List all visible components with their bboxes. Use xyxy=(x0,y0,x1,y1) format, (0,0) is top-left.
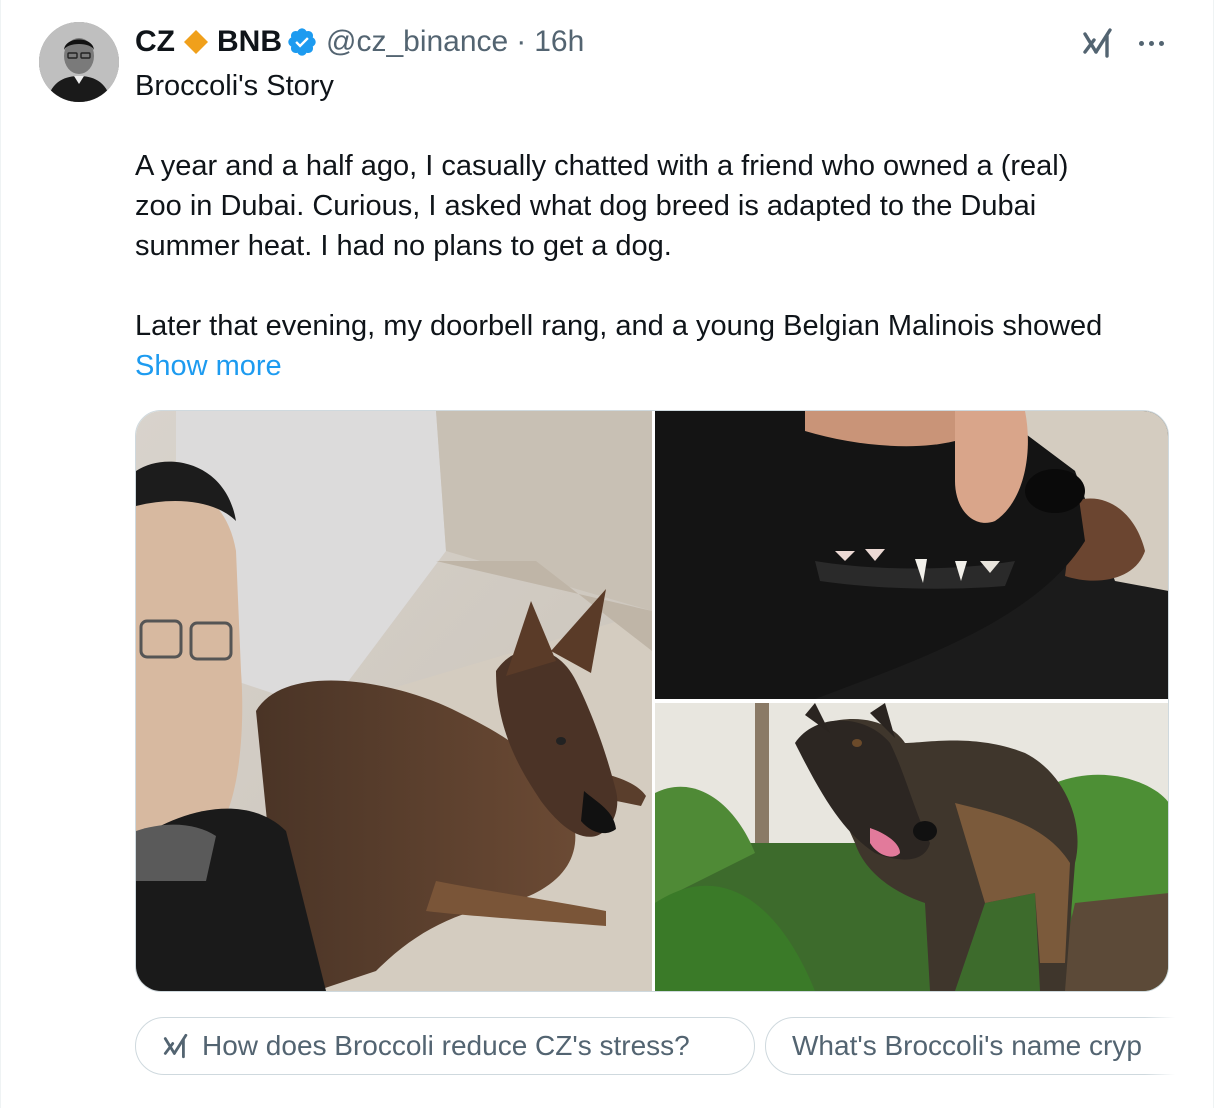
chip-fade-overlay xyxy=(1145,1017,1175,1077)
diamond-badge-icon xyxy=(183,29,209,55)
tweet-line: A year and a half ago, I casually chatte… xyxy=(135,150,1069,182)
grok-icon xyxy=(163,1033,188,1059)
photo-man-with-dog[interactable] xyxy=(136,411,652,991)
avatar[interactable] xyxy=(39,22,119,102)
media-grid xyxy=(135,410,1169,992)
user-avatar-icon xyxy=(39,22,119,102)
tweet-line: summer heat. I had no plans to get a dog… xyxy=(135,230,672,262)
photo-dog-standing-image xyxy=(655,703,1168,991)
tweet-line-blank xyxy=(135,106,1175,146)
tweet-line: Broccoli's Story xyxy=(135,70,334,102)
grok-suggestion-chip[interactable]: How does Broccoli reduce CZ's stress? xyxy=(135,1017,755,1075)
grok-suggestion-label: What's Broccoli's name cryp xyxy=(792,1030,1142,1061)
photo-dog-teeth[interactable] xyxy=(655,411,1168,699)
tweet-text: Broccoli's Story A year and a half ago, … xyxy=(135,66,1175,386)
tweet-line: Later that evening, my doorbell rang, an… xyxy=(135,310,1103,342)
photo-man-with-dog-image xyxy=(136,411,652,991)
more-options-icon[interactable] xyxy=(1133,26,1169,60)
tweet-line-blank xyxy=(135,266,1175,306)
tweet-timestamp[interactable]: 16h xyxy=(534,25,584,59)
photo-dog-standing[interactable] xyxy=(655,703,1168,991)
tweet-card: CZ BNB @cz_binance · 16h Broccoli's Stor… xyxy=(0,0,1214,1108)
photo-dog-teeth-image xyxy=(655,411,1168,699)
author-handle[interactable]: @cz_binance xyxy=(326,25,508,59)
header-separator: · xyxy=(516,25,527,58)
tweet-header: CZ BNB @cz_binance · 16h xyxy=(135,22,584,62)
grok-icon[interactable] xyxy=(1081,26,1115,60)
author-badge-text[interactable]: BNB xyxy=(217,25,282,59)
grok-suggestion-label: How does Broccoli reduce CZ's stress? xyxy=(202,1030,690,1061)
tweet-line: zoo in Dubai. Curious, I asked what dog … xyxy=(135,190,1037,222)
show-more-link[interactable]: Show more xyxy=(135,350,282,382)
action-bar-edge xyxy=(1,1100,1214,1108)
verified-badge-icon xyxy=(286,26,318,58)
author-name[interactable]: CZ xyxy=(135,25,175,59)
grok-suggestion-chip[interactable]: What's Broccoli's name cryp xyxy=(765,1017,1175,1075)
grok-suggestions: How does Broccoli reduce CZ's stress? Wh… xyxy=(135,1017,1175,1077)
